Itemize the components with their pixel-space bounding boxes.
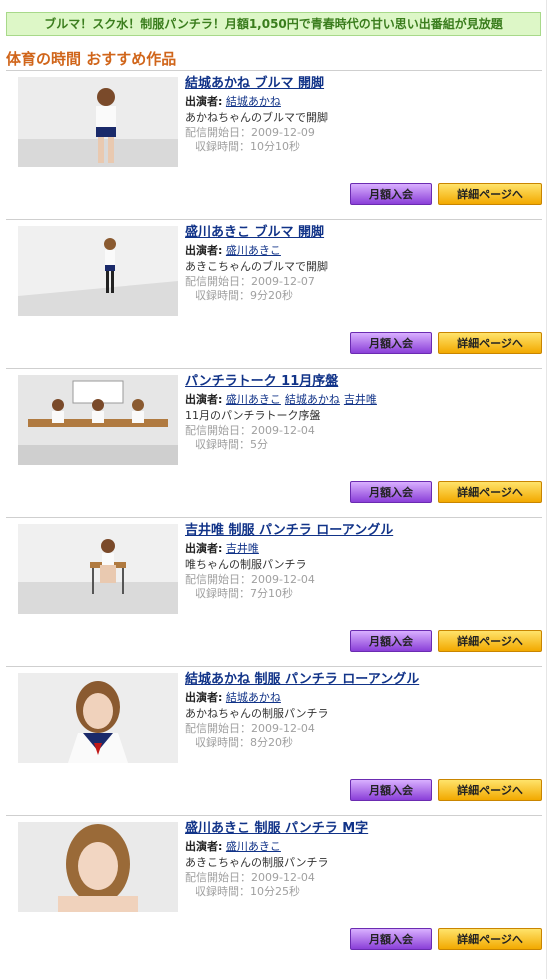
page-right-border <box>546 0 547 979</box>
duration: 収録時間：9分20秒 <box>195 289 293 302</box>
duration: 収録時間：10分25秒 <box>195 885 300 898</box>
video-item: 結城あかね 制服 パンチラ ローアングル 出演者: 結城あかね あかねちゃんの制… <box>6 666 542 815</box>
detail-page-button[interactable]: 詳細ページへ <box>438 779 542 801</box>
duration: 収録時間：5分 <box>195 438 268 451</box>
promo-banner[interactable]: ブルマ！スク水！制服パンチラ！月額1,050円で青春時代の甘い思い出番組が見放題 <box>6 12 541 36</box>
video-item: パンチラトーク 11月序盤 出演者: 盛川あきこ 結城あかね 吉井唯 11月のパンチ… <box>6 368 542 517</box>
video-item: 盛川あきこ 制服 パンチラ M字 出演者: 盛川あきこ あきこちゃんの制服パンチ… <box>6 815 542 964</box>
video-item: 盛川あきこ ブルマ 開脚 出演者: 盛川あきこ あきこちゃんのブルマで開脚 配信… <box>6 219 542 368</box>
video-title-link[interactable]: パンチラトーク 11月序盤 <box>185 374 540 392</box>
video-list: 結城あかね ブルマ 開脚 出演者: 結城あかね あかねちゃんのブルマで開脚 配信… <box>6 70 542 964</box>
duration: 収録時間：7分10秒 <box>195 587 293 600</box>
video-title-link[interactable]: 盛川あきこ 制服 パンチラ M字 <box>185 821 540 839</box>
cast-link[interactable]: 盛川あきこ <box>226 244 281 257</box>
video-title-link[interactable]: 吉井唯 制服 パンチラ ローアングル <box>185 523 540 541</box>
video-title-link[interactable]: 結城あかね ブルマ 開脚 <box>185 76 540 94</box>
detail-page-button[interactable]: 詳細ページへ <box>438 928 542 950</box>
video-description: あかねちゃんの制服パンチラ <box>185 707 329 720</box>
monthly-join-button[interactable]: 月額入会 <box>350 928 432 950</box>
detail-page-button[interactable]: 詳細ページへ <box>438 630 542 652</box>
section-title: 体育の時間 おすすめ作品 <box>6 50 177 68</box>
video-description: あきこちゃんのブルマで開脚 <box>185 260 328 273</box>
cast-link[interactable]: 盛川あきこ <box>226 393 281 406</box>
monthly-join-button[interactable]: 月額入会 <box>350 332 432 354</box>
cast-link[interactable]: 結城あかね <box>226 691 281 704</box>
cast-link[interactable]: 吉井唯 <box>226 542 259 555</box>
release-date: 配信開始日：2009-12-07 <box>185 275 315 288</box>
cast-link[interactable]: 結城あかね <box>226 95 281 108</box>
cast-label: 出演者: <box>185 840 223 853</box>
cast-label: 出演者: <box>185 393 223 406</box>
video-thumbnail[interactable] <box>18 673 178 763</box>
release-date: 配信開始日：2009-12-04 <box>185 424 315 437</box>
duration: 収録時間：8分20秒 <box>195 736 293 749</box>
video-item: 結城あかね ブルマ 開脚 出演者: 結城あかね あかねちゃんのブルマで開脚 配信… <box>6 70 542 219</box>
video-thumbnail[interactable] <box>18 524 178 614</box>
detail-page-button[interactable]: 詳細ページへ <box>438 332 542 354</box>
video-thumbnail[interactable] <box>18 822 178 912</box>
cast-link[interactable]: 吉井唯 <box>344 393 377 406</box>
cast-link[interactable]: 盛川あきこ <box>226 840 281 853</box>
video-description: あかねちゃんのブルマで開脚 <box>185 111 328 124</box>
video-title-link[interactable]: 盛川あきこ ブルマ 開脚 <box>185 225 540 243</box>
video-thumbnail[interactable] <box>18 375 178 465</box>
cast-label: 出演者: <box>185 95 223 108</box>
monthly-join-button[interactable]: 月額入会 <box>350 183 432 205</box>
monthly-join-button[interactable]: 月額入会 <box>350 481 432 503</box>
release-date: 配信開始日：2009-12-04 <box>185 722 315 735</box>
video-thumbnail[interactable] <box>18 77 178 167</box>
video-description: 唯ちゃんの制服パンチラ <box>185 558 307 571</box>
cast-label: 出演者: <box>185 691 223 704</box>
duration: 収録時間：10分10秒 <box>195 140 300 153</box>
cast-label: 出演者: <box>185 542 223 555</box>
cast-link[interactable]: 結城あかね <box>285 393 340 406</box>
video-description: 11月のパンチラトーク序盤 <box>185 409 321 422</box>
monthly-join-button[interactable]: 月額入会 <box>350 630 432 652</box>
detail-page-button[interactable]: 詳細ページへ <box>438 481 542 503</box>
video-thumbnail[interactable] <box>18 226 178 316</box>
detail-page-button[interactable]: 詳細ページへ <box>438 183 542 205</box>
video-item: 吉井唯 制服 パンチラ ローアングル 出演者: 吉井唯 唯ちゃんの制服パンチラ … <box>6 517 542 666</box>
cast-label: 出演者: <box>185 244 223 257</box>
video-description: あきこちゃんの制服パンチラ <box>185 856 329 869</box>
release-date: 配信開始日：2009-12-04 <box>185 871 315 884</box>
release-date: 配信開始日：2009-12-04 <box>185 573 315 586</box>
monthly-join-button[interactable]: 月額入会 <box>350 779 432 801</box>
video-title-link[interactable]: 結城あかね 制服 パンチラ ローアングル <box>185 672 540 690</box>
release-date: 配信開始日：2009-12-09 <box>185 126 315 139</box>
